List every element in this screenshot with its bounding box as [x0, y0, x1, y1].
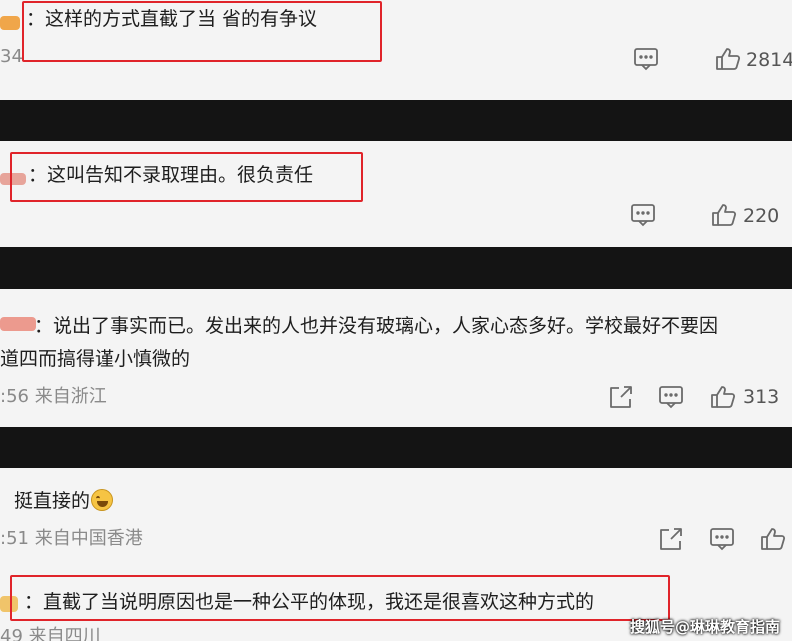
comment-icon[interactable] [709, 526, 735, 552]
avatar[interactable] [0, 317, 36, 331]
comment-text-line2: 道四而搞得谨小慎微的 [0, 348, 191, 370]
share-icon[interactable] [658, 526, 684, 552]
avatar[interactable] [0, 16, 20, 30]
comment-text: 挺直接的 [14, 488, 114, 514]
highlight-box [10, 152, 363, 202]
comment-meta: 49 来自四川 [0, 626, 101, 641]
share-icon[interactable] [608, 384, 634, 410]
divider [0, 247, 792, 289]
comment-text-content: 挺直接的 [14, 490, 91, 512]
like-count: 220 [743, 205, 780, 227]
watermark: 搜狐号@琳琳教育指南 [629, 618, 780, 636]
like-icon[interactable] [715, 46, 741, 72]
comment-card-1: ：这样的方式直截了当 省的有争议 34 2814 [0, 0, 792, 100]
comment-card-2: ：这叫告知不录取理由。很负责任 220 [0, 141, 792, 247]
like-icon[interactable] [760, 526, 786, 552]
laughing-emoji [91, 489, 114, 511]
like-icon[interactable] [710, 384, 736, 410]
comment-icon[interactable] [658, 384, 684, 410]
divider [0, 427, 792, 468]
highlight-box [10, 575, 670, 621]
comment-meta: :56 来自浙江 [0, 386, 107, 407]
like-icon[interactable] [711, 202, 737, 228]
highlight-box [22, 1, 382, 62]
like-count: 2814 [746, 49, 792, 71]
comment-text-line1: ：说出了事实而已。发出来的人也并没有玻璃心，人家心态多好。学校最好不要因 [34, 315, 719, 337]
comment-meta: :51 来自中国香港 [0, 528, 143, 549]
comment-icon[interactable] [633, 46, 659, 72]
divider [0, 100, 792, 141]
comment-icon[interactable] [630, 202, 656, 228]
like-count: 313 [743, 386, 780, 408]
comment-card-3: ：说出了事实而已。发出来的人也并没有玻璃心，人家心态多好。学校最好不要因 道四而… [0, 289, 792, 427]
comment-meta: 34 [0, 46, 23, 67]
